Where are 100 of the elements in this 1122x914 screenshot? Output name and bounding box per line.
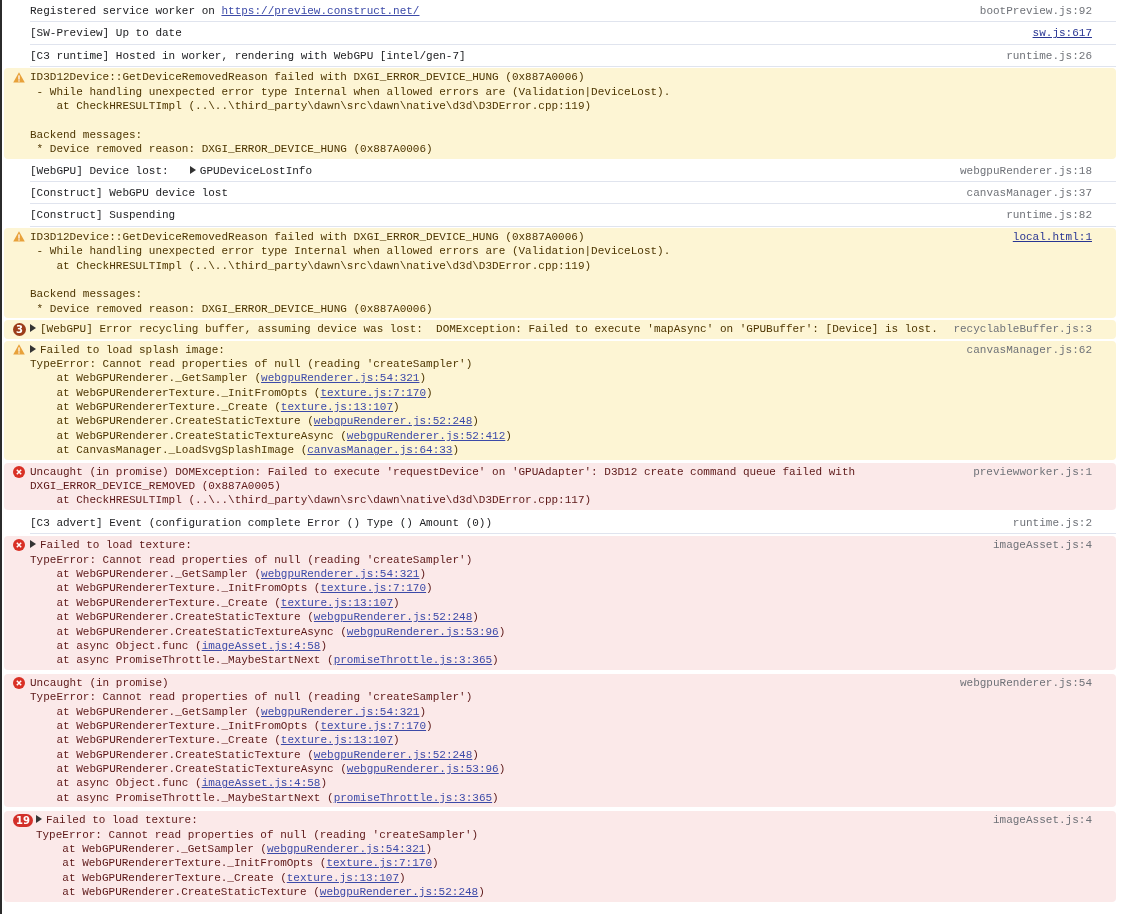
warning-icon <box>13 231 25 243</box>
count-badge: 3 <box>13 322 26 336</box>
source-location[interactable]: webgpuRenderer.js:18 <box>959 163 1092 178</box>
error-icon <box>13 676 25 689</box>
log-line: Uncaught (in promise) DOMException: Failed to execute 'requestDevice' on 'GPUAdapter': D3D12 create command queue failed with <box>30 464 857 480</box>
log-line: at async Object.func (imageAsset.js:4:58) <box>55 638 329 654</box>
triangle-icon[interactable] <box>30 344 36 353</box>
link[interactable]: imageAsset.js:4:58 <box>201 777 321 790</box>
triangle-icon[interactable] <box>35 815 42 824</box>
link[interactable]: texture.js:13:107 <box>286 871 399 884</box>
link[interactable]: texture.js:13:107 <box>280 734 394 747</box>
log-line: Failed to load splash image: <box>30 342 959 357</box>
log-line: at WebGPURenderer.CreateStaticTexture (webgpuRenderer.js:52:248) <box>55 414 480 429</box>
triangle-icon[interactable] <box>30 324 36 333</box>
link[interactable]: texture.js:7:170 <box>326 857 432 870</box>
link[interactable]: webgpuRenderer.js:52:248 <box>313 611 473 624</box>
log-line: [WebGPU] Device lost: GPUDeviceLostInfo <box>30 163 314 178</box>
count-badge: 19 <box>13 813 33 827</box>
log-line: at WebGPURenderer.CreateStaticTextureAsync (webgpuRenderer.js:53:96) <box>55 624 507 639</box>
triangle-icon[interactable] <box>189 165 196 174</box>
source-link[interactable]: local.html:1 <box>1012 229 1092 317</box>
warning-icon <box>13 71 25 83</box>
log-line: at CheckHRESULTImpl (..\..\third_party\dawn\src\dawn\native\d3d\D3DError.cpp:119) <box>55 99 593 114</box>
log-line: * Device removed reason: DXGI_ERROR_DEVICE_HUNG (0x887A0006) <box>35 301 434 317</box>
source-location[interactable]: runtime.js:82 <box>1006 208 1092 223</box>
link[interactable]: webgpuRenderer.js:53:96 <box>346 763 499 776</box>
log-line: at WebGPURendererTexture._Create (texture.js:13:107) <box>55 595 401 611</box>
log-line: at WebGPURendererTexture._Create (texture.js:13:107) <box>61 870 407 886</box>
log-line: ID3D12Device::GetDeviceRemovedReason failed with DXGI_ERROR_DEVICE_HUNG (0x887A0006) <box>30 229 586 245</box>
log-line: TypeError: Cannot read properties of null (reading 'createSampler') <box>30 356 474 372</box>
link[interactable]: webgpuRenderer.js:52:248 <box>313 748 473 761</box>
log-line: at CanvasManager._LoadSvgSplashImage (canvasManager.js:64:33) <box>55 443 461 458</box>
log-line: [C3 advert] Event (configuration complete Error () Type () Amount (0)) <box>30 515 494 531</box>
log-line: at WebGPURenderer._GetSampler (webgpuRenderer.js:54:321) <box>55 371 428 386</box>
source-location[interactable]: bootPreview.js:92 <box>979 4 1092 19</box>
source-location[interactable]: imageAsset.js:4 <box>992 813 1092 900</box>
warning-icon <box>13 344 25 356</box>
log-line: at WebGPURendererTexture._InitFromOpts (texture.js:7:170) <box>55 581 434 596</box>
link[interactable]: texture.js:7:170 <box>320 719 427 732</box>
link[interactable]: promiseThrottle.js:3:365 <box>333 791 493 804</box>
link[interactable]: promiseThrottle.js:3:365 <box>333 654 493 667</box>
log-line: TypeError: Cannot read properties of null (reading 'createSampler') <box>30 690 474 705</box>
log-line: [Construct] WebGPU device lost <box>30 185 230 201</box>
link[interactable]: texture.js:7:170 <box>320 582 427 595</box>
log-line: TypeError: Cannot read properties of null (reading 'createSampler') <box>30 552 474 567</box>
link[interactable]: texture.js:13:107 <box>280 401 394 414</box>
link[interactable]: webgpuRenderer.js:54:321 <box>261 705 420 718</box>
source-link[interactable]: sw.js:617 <box>1032 26 1092 41</box>
error-icon <box>13 539 25 552</box>
log-line: at WebGPURenderer._GetSampler (webgpuRenderer.js:54:321) <box>61 842 433 857</box>
link[interactable]: texture.js:7:170 <box>320 386 427 399</box>
object-label[interactable]: GPUDeviceLostInfo <box>199 164 313 177</box>
source-location[interactable]: runtime.js:26 <box>1006 48 1092 64</box>
link[interactable]: webgpuRenderer.js:52:412 <box>346 429 506 442</box>
log-line: at WebGPURenderer.CreateStaticTexture (webgpuRenderer.js:52:248) <box>55 747 480 763</box>
log-line: at WebGPURendererTexture._Create (texture.js:13:107) <box>55 400 401 415</box>
log-line: at WebGPURenderer.CreateStaticTextureAsync (webgpuRenderer.js:52:412) <box>55 428 513 444</box>
link[interactable]: webgpuRenderer.js:54:321 <box>261 372 420 385</box>
log-line: ID3D12Device::GetDeviceRemovedReason failed with DXGI_ERROR_DEVICE_HUNG (0x887A0006) <box>30 70 586 85</box>
log-line: * Device removed reason: DXGI_ERROR_DEVICE_HUNG (0x887A0006) <box>35 142 434 157</box>
log-line: at WebGPURendererTexture._InitFromOpts (texture.js:7:170) <box>55 718 434 734</box>
link[interactable]: canvasManager.js:64:33 <box>307 444 453 457</box>
log-line: at WebGPURenderer._GetSampler (webgpuRenderer.js:54:321) <box>55 567 428 582</box>
log-line: at WebGPURendererTexture._InitFromOpts (texture.js:7:170) <box>55 385 434 401</box>
log-line: at async PromiseThrottle._MaybeStartNext (promiseThrottle.js:3:365) <box>55 790 500 806</box>
log-line: at WebGPURenderer.CreateStaticTexture (webgpuRenderer.js:52:248) <box>61 885 486 900</box>
log-line: Uncaught (in promise) <box>30 675 170 691</box>
log-line: - While handling unexpected error type Internal when allowed errors are (Validation|DeviceLost). <box>35 84 672 99</box>
log-line: - While handling unexpected error type Internal when allowed errors are (Validation|DeviceLost). <box>35 244 672 259</box>
source-location[interactable]: previewworker.js:1 <box>973 464 1092 508</box>
log-line: TypeError: Cannot read properties of null (reading 'createSampler') <box>35 827 480 843</box>
source-location[interactable]: canvasManager.js:62 <box>966 342 1092 458</box>
source-location[interactable]: webgpuRenderer.js:54 <box>959 675 1092 806</box>
link[interactable]: webgpuRenderer.js:54:321 <box>261 568 420 580</box>
log-line: DXGI_ERROR_DEVICE_REMOVED (0x887A0005) <box>30 479 282 494</box>
link[interactable]: imageAsset.js:4:58 <box>201 639 321 652</box>
source-location[interactable]: runtime.js:2 <box>1012 515 1092 531</box>
log-line: at WebGPURenderer._GetSampler (webgpuRenderer.js:54:321) <box>55 704 428 719</box>
log-line: Registered service worker on https://preview.construct.net/ <box>30 4 421 19</box>
source-location[interactable]: canvasManager.js:37 <box>966 185 1092 201</box>
log-line: at WebGPURendererTexture._Create (texture.js:13:107) <box>55 733 401 748</box>
log-line: at async Object.func (imageAsset.js:4:58) <box>55 776 329 791</box>
log-line: at WebGPURenderer.CreateStaticTexture (webgpuRenderer.js:52:248) <box>55 610 480 625</box>
source-location[interactable]: recyclableBuffer.js:3 <box>953 322 1092 337</box>
source-location[interactable]: imageAsset.js:4 <box>992 538 1092 668</box>
log-line: at CheckHRESULTImpl (..\..\third_party\dawn\src\dawn\native\d3d\D3DError.cpp:117) <box>55 493 593 508</box>
link[interactable]: texture.js:13:107 <box>280 596 394 609</box>
log-line: [SW-Preview] Up to date <box>30 26 183 41</box>
link[interactable]: webgpuRenderer.js:53:96 <box>346 625 499 638</box>
log-line: [WebGPU] Error recycling buffer, assuming device was lost: DOMException: Failed to execute 'mapAsync' on 'GPUBuffer': [Device] is lost. <box>30 322 946 337</box>
link[interactable]: webgpuRenderer.js:54:321 <box>266 843 426 856</box>
log-line: [C3 runtime] Hosted in worker, rendering with WebGPU [intel/gen-7] <box>30 48 467 64</box>
log-line: Backend messages: <box>30 287 144 302</box>
log-line: at WebGPURendererTexture._InitFromOpts (texture.js:7:170) <box>61 856 440 871</box>
log-line: Failed to load texture: <box>35 813 985 828</box>
triangle-icon[interactable] <box>30 540 36 549</box>
link[interactable]: https://preview.construct.net/ <box>221 5 420 17</box>
link[interactable]: webgpuRenderer.js:52:248 <box>313 415 473 428</box>
log-line: at async PromiseThrottle._MaybeStartNext (promiseThrottle.js:3:365) <box>55 653 500 668</box>
link[interactable]: webgpuRenderer.js:52:248 <box>319 886 479 899</box>
